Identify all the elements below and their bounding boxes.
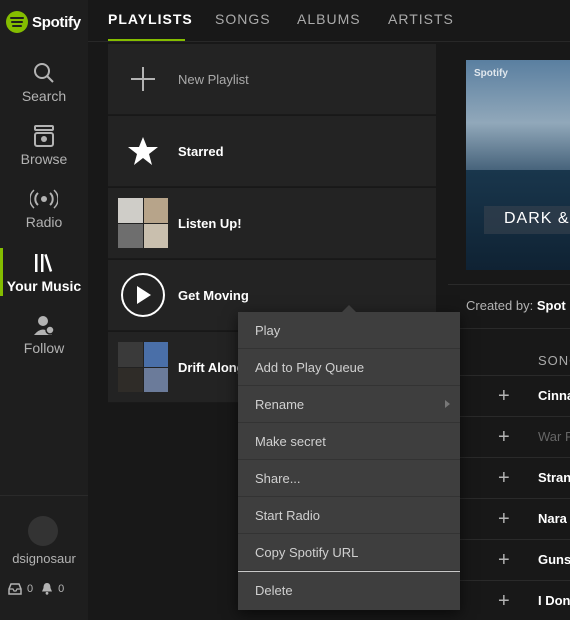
song-title: War F xyxy=(538,429,570,444)
add-icon[interactable]: + xyxy=(498,427,510,447)
playlist-cover-mosaic xyxy=(118,198,168,248)
song-title: I Don xyxy=(538,593,570,608)
song-title: Stran xyxy=(538,470,570,485)
tab-albums[interactable]: ALBUMS xyxy=(297,11,361,27)
sidebar-item-label: Search xyxy=(21,88,67,104)
table-row[interactable]: + War F xyxy=(460,416,570,457)
tab-playlists[interactable]: PLAYLISTS xyxy=(108,11,193,27)
song-title: Nara xyxy=(538,511,567,526)
created-by-label: Created by: xyxy=(466,298,534,313)
menu-item-label: Rename xyxy=(255,397,305,412)
sidebar-item-label: Follow xyxy=(23,340,65,356)
cover-brand: Spotify xyxy=(474,68,508,79)
follow-icon xyxy=(0,310,88,340)
add-icon[interactable]: + xyxy=(498,550,510,570)
playlist-label: Starred xyxy=(178,143,224,159)
tab-bar: PLAYLISTS SONGS ALBUMS ARTISTS xyxy=(88,0,570,42)
add-icon[interactable]: + xyxy=(498,386,510,406)
user-area: dsignosaur 0 0 xyxy=(0,495,88,620)
table-row[interactable]: + I Don xyxy=(460,580,570,620)
radio-icon xyxy=(0,184,88,214)
search-icon xyxy=(0,58,88,88)
play-icon xyxy=(121,273,165,317)
app-name: Spotify xyxy=(32,13,81,31)
playlist-label: New Playlist xyxy=(178,71,249,87)
sidebar-item-label: Browse xyxy=(20,151,68,167)
tab-songs[interactable]: SONGS xyxy=(215,11,271,27)
menu-item-add-to-queue[interactable]: Add to Play Queue xyxy=(238,349,460,386)
inbox-count: 0 xyxy=(27,582,34,595)
table-row[interactable]: + Stran xyxy=(460,457,570,498)
playlist-cover-art[interactable]: Spotify DARK & xyxy=(466,60,570,270)
playlist-item-listen-up[interactable]: Listen Up! xyxy=(108,188,436,259)
notifications-button[interactable]: 0 xyxy=(41,582,64,595)
spotify-logo[interactable]: Spotify xyxy=(6,11,81,33)
playlist-cover-mosaic xyxy=(118,342,168,392)
notification-count: 0 xyxy=(58,582,65,595)
inbox-button[interactable]: 0 xyxy=(8,583,33,595)
sidebar-item-browse[interactable]: Browse xyxy=(0,121,88,181)
playlist-label: Get Moving xyxy=(178,287,249,303)
add-icon[interactable]: + xyxy=(498,591,510,611)
menu-item-play[interactable]: Play xyxy=(238,312,460,349)
context-menu: Play Add to Play Queue Rename Make secre… xyxy=(238,305,460,610)
inbox-icon xyxy=(8,582,22,595)
sidebar-item-radio[interactable]: Radio xyxy=(0,184,88,244)
song-title: Guns xyxy=(538,552,570,567)
table-row[interactable]: + Cinna xyxy=(460,375,570,416)
play-button[interactable] xyxy=(118,270,168,320)
sidebar-item-label: Radio xyxy=(25,214,63,230)
song-title: Cinna xyxy=(538,388,570,403)
avatar[interactable] xyxy=(28,516,58,546)
playlist-label: Listen Up! xyxy=(178,215,242,231)
songs-column-header[interactable]: SONG xyxy=(538,353,570,368)
plus-icon xyxy=(118,54,168,104)
browse-icon xyxy=(0,121,88,151)
spotify-logo-icon xyxy=(6,11,28,33)
menu-item-copy-url[interactable]: Copy Spotify URL xyxy=(238,534,460,571)
sidebar-item-label: Your Music xyxy=(6,278,82,294)
sidebar-item-follow[interactable]: Follow xyxy=(0,310,88,370)
sidebar: Spotify Search Browse Radio Your Music F… xyxy=(0,0,88,620)
bell-icon xyxy=(42,583,53,595)
active-tab-indicator xyxy=(108,39,185,41)
menu-item-rename[interactable]: Rename xyxy=(238,386,460,423)
add-icon[interactable]: + xyxy=(498,468,510,488)
created-by: Created by: Spot xyxy=(466,298,566,313)
divider xyxy=(448,284,570,285)
username[interactable]: dsignosaur xyxy=(0,551,88,566)
playlist-label: Drift Along xyxy=(178,359,245,375)
sidebar-item-search[interactable]: Search xyxy=(0,58,88,118)
divider xyxy=(448,328,570,329)
user-counters: 0 0 xyxy=(8,582,64,595)
menu-item-start-radio[interactable]: Start Radio xyxy=(238,497,460,534)
menu-item-make-secret[interactable]: Make secret xyxy=(238,423,460,460)
table-row[interactable]: + Nara xyxy=(460,498,570,539)
library-icon xyxy=(0,248,88,278)
submenu-arrow-icon xyxy=(445,400,450,408)
created-by-owner[interactable]: Spot xyxy=(537,298,566,313)
sidebar-item-your-music[interactable]: Your Music xyxy=(0,248,88,308)
tab-artists[interactable]: ARTISTS xyxy=(388,11,454,27)
cover-title: DARK & xyxy=(484,206,570,234)
new-playlist-item[interactable]: New Playlist xyxy=(108,44,436,115)
menu-item-delete[interactable]: Delete xyxy=(238,571,460,609)
add-icon[interactable]: + xyxy=(498,509,510,529)
playlist-item-starred[interactable]: Starred xyxy=(108,116,436,187)
table-row[interactable]: + Guns xyxy=(460,539,570,580)
star-icon xyxy=(118,126,168,176)
menu-item-share[interactable]: Share... xyxy=(238,460,460,497)
